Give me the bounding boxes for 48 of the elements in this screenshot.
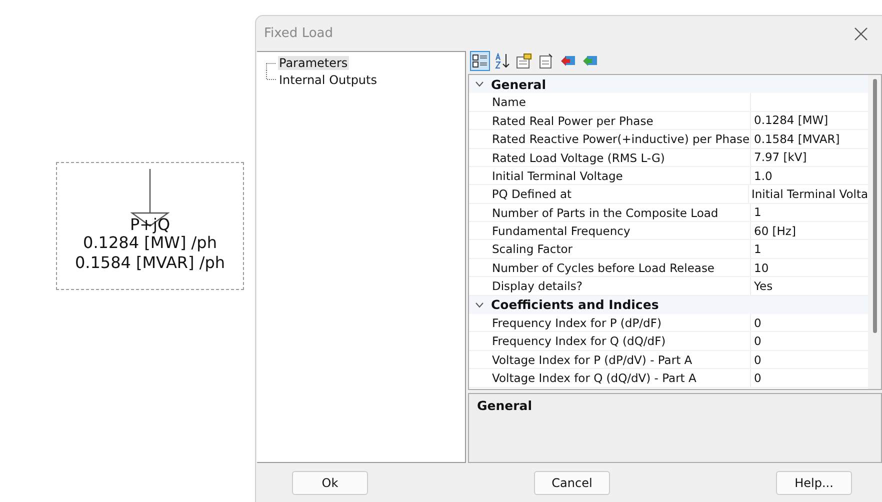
load-value-label: 0.1284 [MW] /ph xyxy=(83,233,217,253)
property-name: Initial Terminal Voltage xyxy=(489,166,751,184)
property-value[interactable]: 7.97 [kV] xyxy=(751,150,807,164)
property-name: Voltage Index for Q (dQ/dV) - Part A xyxy=(489,369,751,387)
scrollbar-thumb[interactable] xyxy=(872,78,876,333)
load-symbol-box[interactable]: P+jQ 0.1284 [MW] /ph 0.1584 [MVAR] /ph xyxy=(56,162,244,290)
load-value-label: 0.1584 [MVAR] /ph xyxy=(74,253,226,273)
sort-alphabetical-icon[interactable] xyxy=(492,51,512,72)
load-label: P+jQ xyxy=(130,217,170,233)
property-name: Name xyxy=(489,93,751,111)
category-heading: General xyxy=(490,76,546,92)
category-heading: Coefficients and Indices xyxy=(490,297,659,312)
dialog-button[interactable]: Help... xyxy=(776,471,852,495)
dialog-button[interactable]: Cancel xyxy=(534,471,610,495)
property-name: Number of Parts in the Composite Load xyxy=(489,204,751,222)
properties-icon[interactable] xyxy=(514,51,534,72)
close-icon[interactable] xyxy=(854,26,868,40)
property-name: Number of Cycles before Load Release xyxy=(489,258,751,276)
dialog-button[interactable]: Ok xyxy=(292,471,368,495)
tree-connector-icon xyxy=(266,70,276,80)
property-value[interactable]: 0.1284 [MW] xyxy=(751,113,828,128)
property-name: Scaling Factor xyxy=(489,240,751,258)
property-value[interactable]: 10 xyxy=(751,260,769,275)
tree-item[interactable]: Parameters xyxy=(278,56,349,70)
property-value[interactable]: 1.0 xyxy=(751,168,772,183)
property-value[interactable]: 1 xyxy=(751,205,762,220)
property-value[interactable]: 60 [Hz] xyxy=(751,224,796,238)
property-name: PQ Defined at xyxy=(488,185,748,203)
property-name: Rated Load Voltage (RMS L-G) xyxy=(489,148,751,166)
property-value[interactable]: 0.1584 [MVAR] xyxy=(751,132,840,146)
categorized-view-icon[interactable] xyxy=(470,51,490,72)
property-name: Frequency Index for P (dP/dF) xyxy=(489,314,751,332)
window-title: Fixed Load xyxy=(264,26,334,41)
tree-item[interactable]: Internal Outputs xyxy=(278,72,378,86)
property-name: Voltage Index for P (dP/dV) - Part A xyxy=(489,350,751,368)
property-name: Rated Real Power per Phase xyxy=(489,112,751,130)
property-name: Frequency Index for Q (dQ/dF) xyxy=(489,332,751,350)
property-value[interactable]: 0 xyxy=(751,316,762,330)
property-name: Display details? xyxy=(489,277,751,295)
property-value[interactable]: 0 xyxy=(751,370,762,385)
description-title: General xyxy=(477,398,532,414)
property-value[interactable]: 1 xyxy=(751,242,762,256)
property-value[interactable]: 0 xyxy=(751,334,762,348)
property-value[interactable]: Yes xyxy=(751,278,773,293)
property-name: Rated Reactive Power(+inductive) per Phase xyxy=(489,130,751,148)
property-value[interactable]: 0 xyxy=(751,352,762,366)
property-value[interactable]: Initial Terminal Volta xyxy=(748,186,868,201)
property-name: Fundamental Frequency xyxy=(489,222,751,240)
